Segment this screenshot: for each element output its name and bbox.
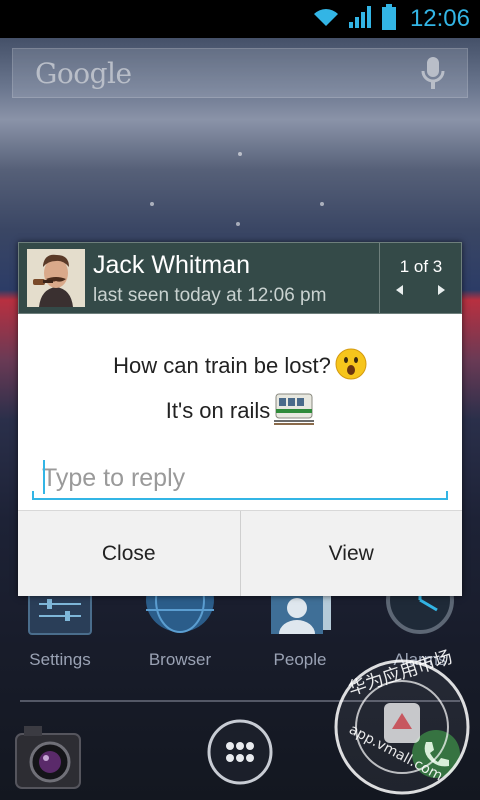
message-line: It's on rails <box>18 392 462 432</box>
home-app-label: Settings <box>29 650 91 669</box>
wifi-icon <box>312 6 340 32</box>
message-pager: 1 of 3 <box>379 243 461 313</box>
last-seen-status: last seen today at 12:06 pm <box>93 285 327 306</box>
google-logo: Google <box>35 57 132 90</box>
text-cursor <box>43 460 45 494</box>
next-arrow-icon[interactable] <box>438 285 445 295</box>
wallpaper-dot <box>238 152 242 156</box>
wallpaper-dot <box>150 202 154 206</box>
surprised-face-emoji <box>335 348 367 386</box>
pager-count: 1 of 3 <box>399 257 443 276</box>
home-app-browser[interactable]: Browser <box>125 567 235 670</box>
signal-icon <box>348 5 374 33</box>
reply-input[interactable] <box>32 458 448 498</box>
status-clock: 12:06 <box>409 5 470 32</box>
contact-name: Jack Whitman <box>93 251 250 279</box>
underline-tick <box>32 491 34 498</box>
mic-icon[interactable] <box>421 57 445 95</box>
dialog-header: Jack Whitman last seen today at 12:06 pm… <box>18 242 462 314</box>
home-app-label: Browser <box>148 650 212 669</box>
underline-tick <box>446 491 448 498</box>
globe-icon <box>145 567 215 640</box>
avatar[interactable] <box>27 249 85 307</box>
reply-field[interactable] <box>32 454 448 500</box>
wallpaper-dot <box>236 222 240 226</box>
wallpaper-dot <box>320 202 324 206</box>
huawei-appstore-watermark: 华为应用市场 app.vmall.com <box>330 647 480 800</box>
close-button[interactable]: Close <box>18 511 240 596</box>
view-button[interactable]: View <box>239 511 463 596</box>
clock-icon <box>385 566 455 640</box>
quick-reply-dialog: Jack Whitman last seen today at 12:06 pm… <box>18 242 462 596</box>
status-bar: 12:06 <box>0 0 480 38</box>
home-app-settings[interactable]: Settings <box>5 589 115 670</box>
message-text: It's on rails <box>165 397 271 423</box>
contacts-icon <box>265 590 335 640</box>
battery-icon <box>381 4 396 34</box>
message-line: How can train be lost? <box>18 348 462 386</box>
message-text: How can train be lost? <box>113 352 331 378</box>
previous-arrow-icon[interactable] <box>396 285 403 295</box>
train-emoji <box>274 392 315 432</box>
settings-icon <box>25 589 95 640</box>
app-drawer-icon[interactable] <box>206 718 274 790</box>
dialog-button-row: Close View <box>18 510 462 596</box>
google-search-bar[interactable]: Google <box>12 48 468 98</box>
camera-icon[interactable] <box>14 722 84 796</box>
